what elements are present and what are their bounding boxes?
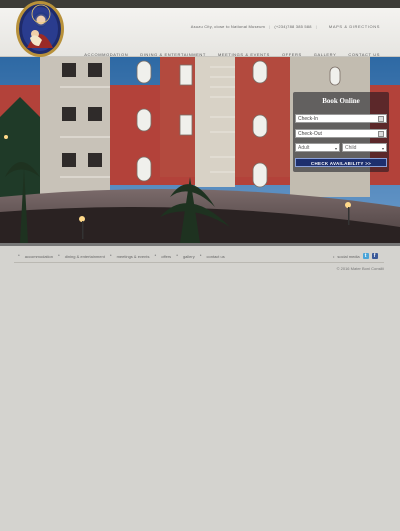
footer-link-dining[interactable]: dining & entertainment xyxy=(65,254,105,259)
twitter-icon[interactable]: t xyxy=(362,253,369,259)
footer-link-contact[interactable]: contact us xyxy=(207,254,225,259)
maps-link[interactable]: MAPS & DIRECTIONS xyxy=(329,24,380,29)
child-select[interactable]: Child ▾ xyxy=(342,143,387,152)
footer-link-meetings[interactable]: meetings & events xyxy=(117,254,150,259)
adult-select[interactable]: Adult ▾ xyxy=(295,143,340,152)
checkin-field[interactable]: Check-In xyxy=(295,114,387,123)
footer-divider xyxy=(14,262,384,263)
footer-link-gallery[interactable]: gallery xyxy=(183,254,195,259)
footer-link-offers[interactable]: offers xyxy=(161,254,171,259)
footer-nav: • accommodation • dining & entertainment… xyxy=(18,253,225,259)
facebook-icon[interactable]: f xyxy=(371,253,378,259)
booking-title: Book Online xyxy=(322,97,360,105)
booking-panel: Book Online Check-In Check-Out Adult ▾ C… xyxy=(293,92,389,172)
checkout-field[interactable]: Check-Out xyxy=(295,129,387,138)
calendar-icon[interactable] xyxy=(378,131,384,137)
copyright: © 2016 Mater Boni Consilii xyxy=(336,266,384,271)
top-info: Asuzu City, close to National Museum | (… xyxy=(190,24,380,29)
chevron-down-icon: ▾ xyxy=(334,146,337,151)
social-label: social media xyxy=(337,253,360,259)
calendar-icon[interactable] xyxy=(378,116,384,122)
social-media: • social media t f xyxy=(333,253,378,259)
chevron-down-icon: ▾ xyxy=(381,146,384,151)
logo[interactable] xyxy=(15,0,65,58)
check-availability-button[interactable]: CHECK AVAILABILITY >> xyxy=(295,158,387,167)
footer-link-accommodation[interactable]: accommodation xyxy=(25,254,53,259)
address-text: Asuzu City, close to National Museum xyxy=(190,24,266,29)
phone-text: (+234)788 385 588 xyxy=(274,24,312,29)
